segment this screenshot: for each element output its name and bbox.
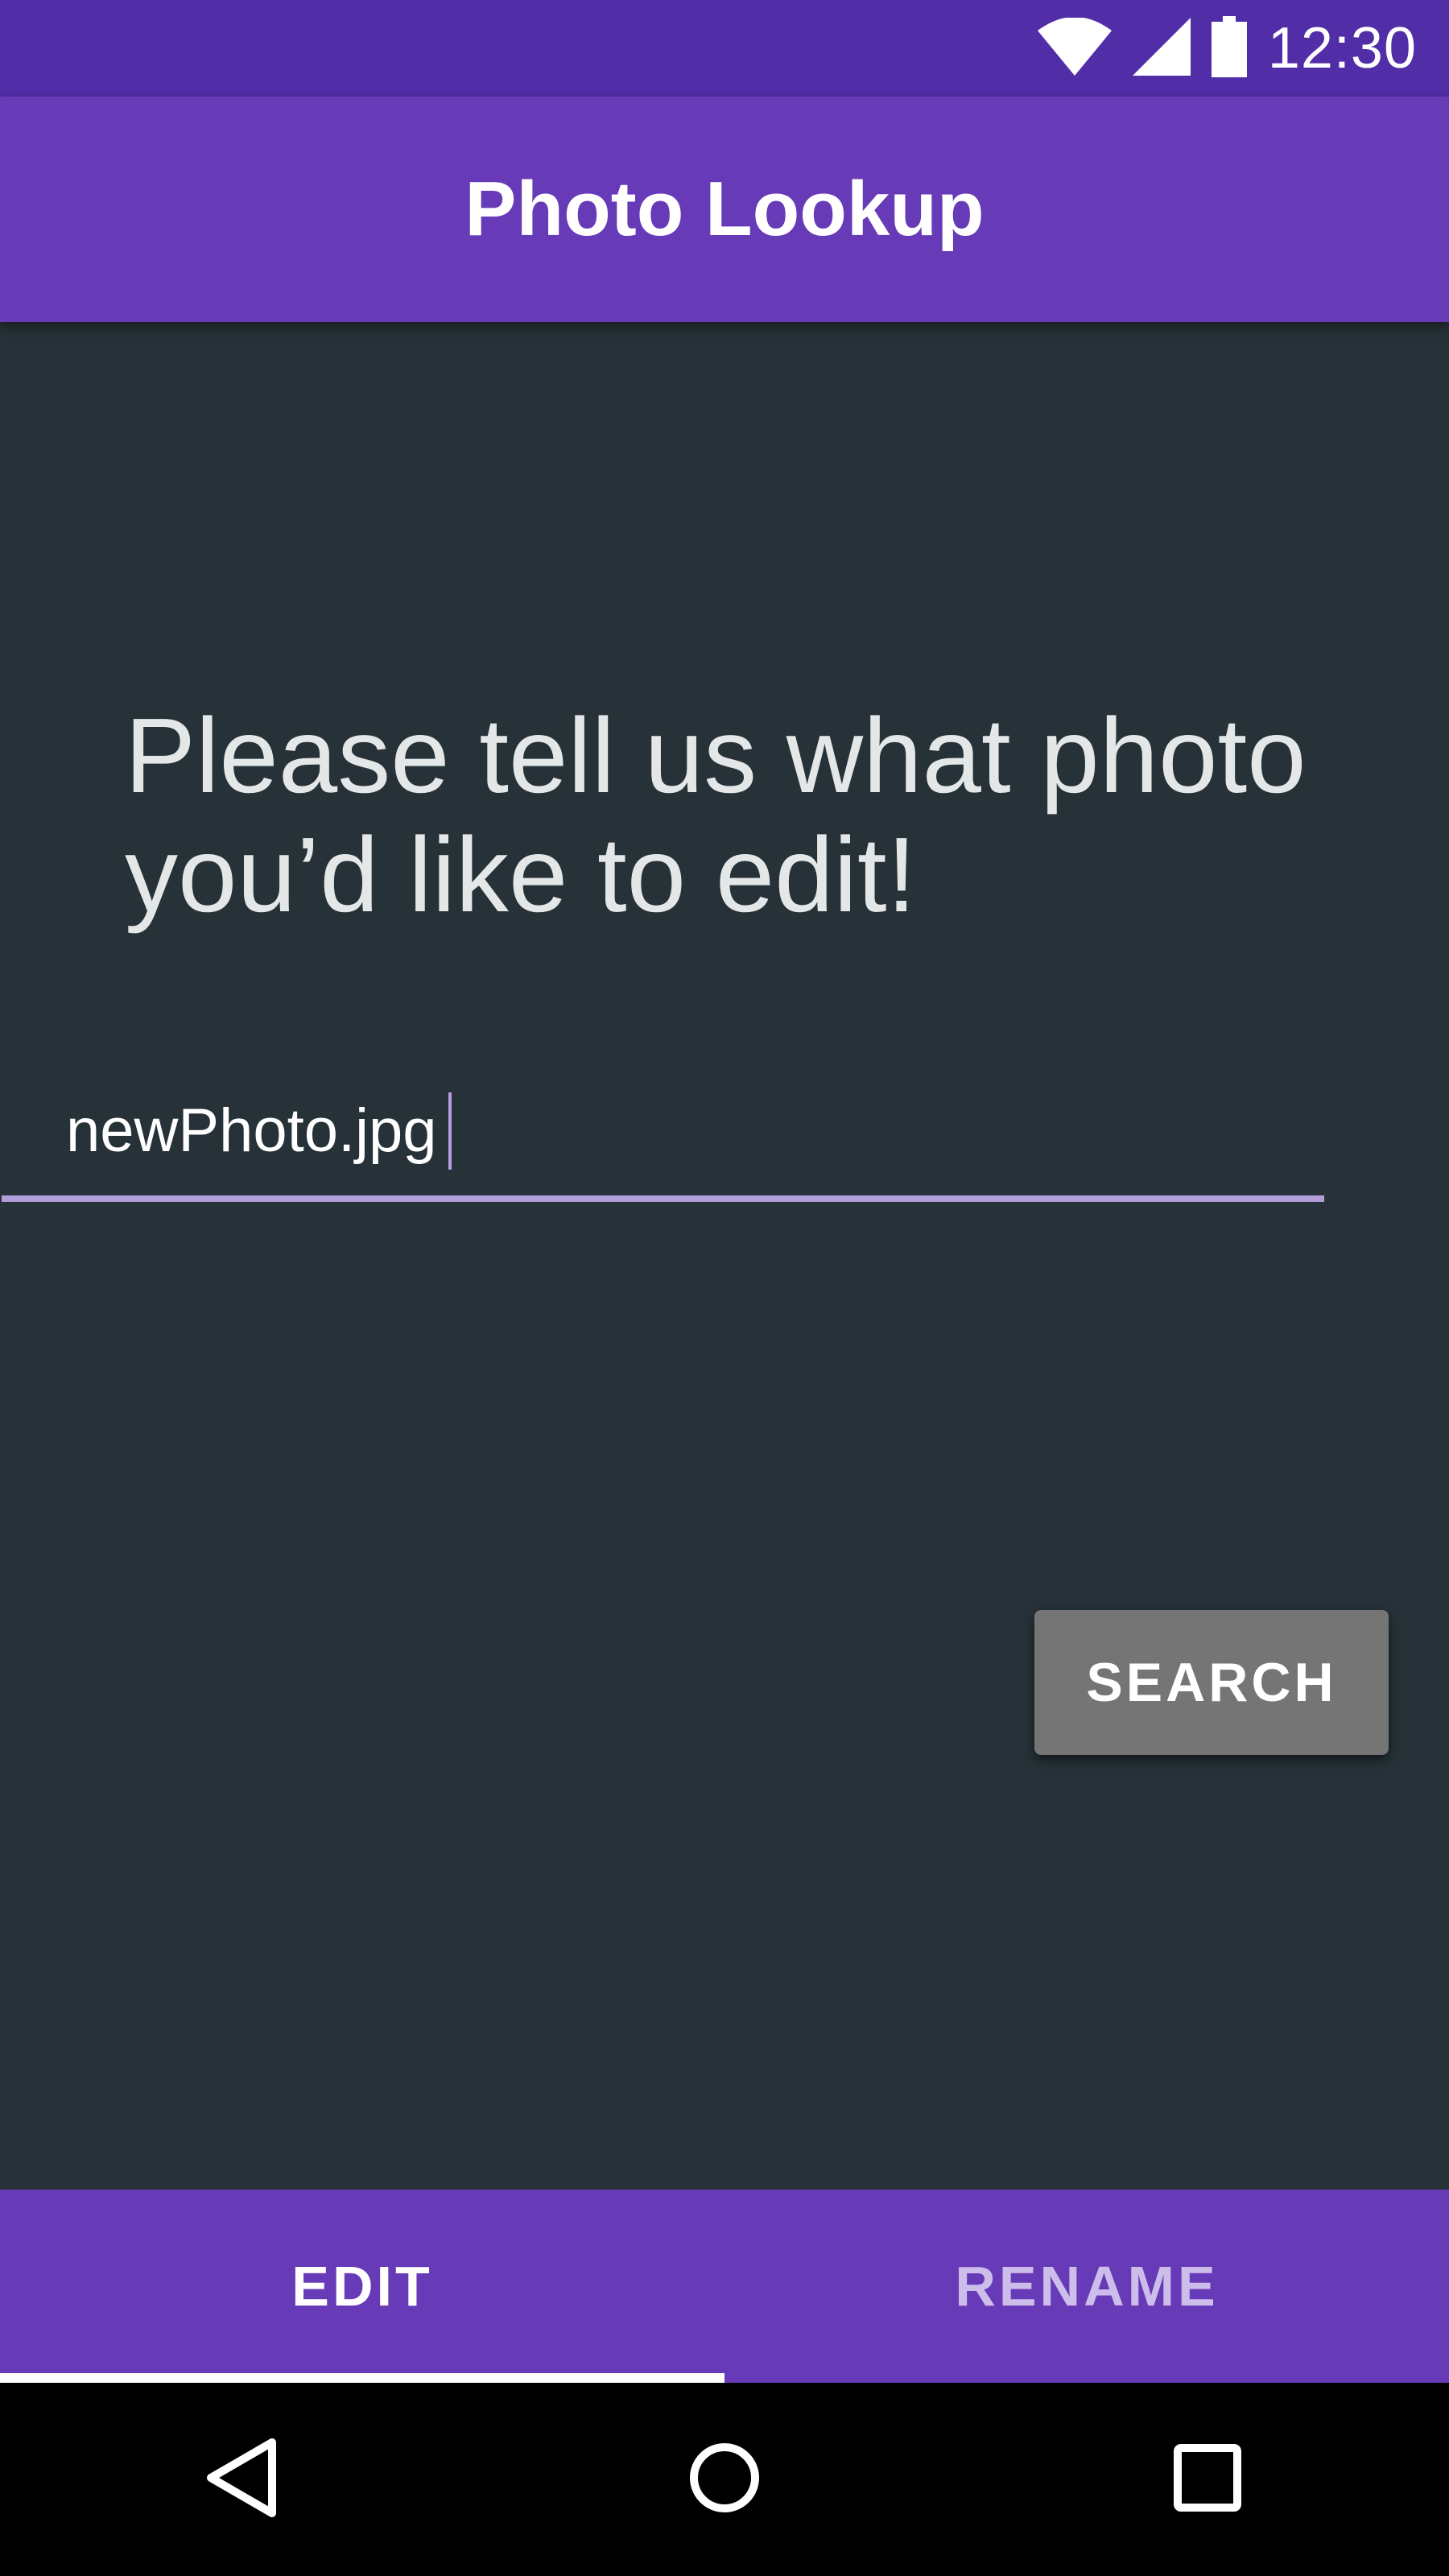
prompt-text: Please tell us what photo you’d like to …	[125, 696, 1307, 934]
system-nav-bar	[0, 2383, 1449, 2576]
tab-rename[interactable]: RENAME	[724, 2190, 1449, 2383]
tab-rename-label: RENAME	[955, 2255, 1219, 2318]
recents-icon	[1173, 2443, 1242, 2516]
back-button[interactable]	[161, 2399, 322, 2560]
photo-name-value: newPhoto.jpg	[66, 1096, 437, 1165]
status-bar: 12:30	[0, 0, 1449, 97]
tab-bar: EDIT RENAME	[0, 2190, 1449, 2383]
input-underline	[2, 1195, 1324, 1202]
battery-icon	[1211, 15, 1247, 81]
tab-edit[interactable]: EDIT	[0, 2190, 724, 2383]
back-icon	[203, 2436, 280, 2524]
text-cursor	[448, 1092, 452, 1170]
tab-indicator	[0, 2373, 724, 2383]
status-time: 12:30	[1267, 16, 1417, 80]
home-button[interactable]	[644, 2399, 805, 2560]
photo-name-input[interactable]: newPhoto.jpg	[66, 1091, 452, 1171]
tab-edit-label: EDIT	[291, 2255, 433, 2318]
recents-button[interactable]	[1127, 2399, 1288, 2560]
home-icon	[687, 2441, 762, 2519]
app-bar: Photo Lookup	[0, 97, 1449, 322]
photo-name-field[interactable]: newPhoto.jpg	[66, 1075, 1390, 1203]
main-content: Please tell us what photo you’d like to …	[0, 322, 1449, 2190]
cellular-signal-icon	[1132, 17, 1191, 80]
search-button[interactable]: SEARCH	[1034, 1610, 1389, 1755]
status-icons: 12:30	[1037, 14, 1417, 82]
app-title: Photo Lookup	[464, 166, 985, 252]
wifi-icon	[1037, 16, 1112, 80]
